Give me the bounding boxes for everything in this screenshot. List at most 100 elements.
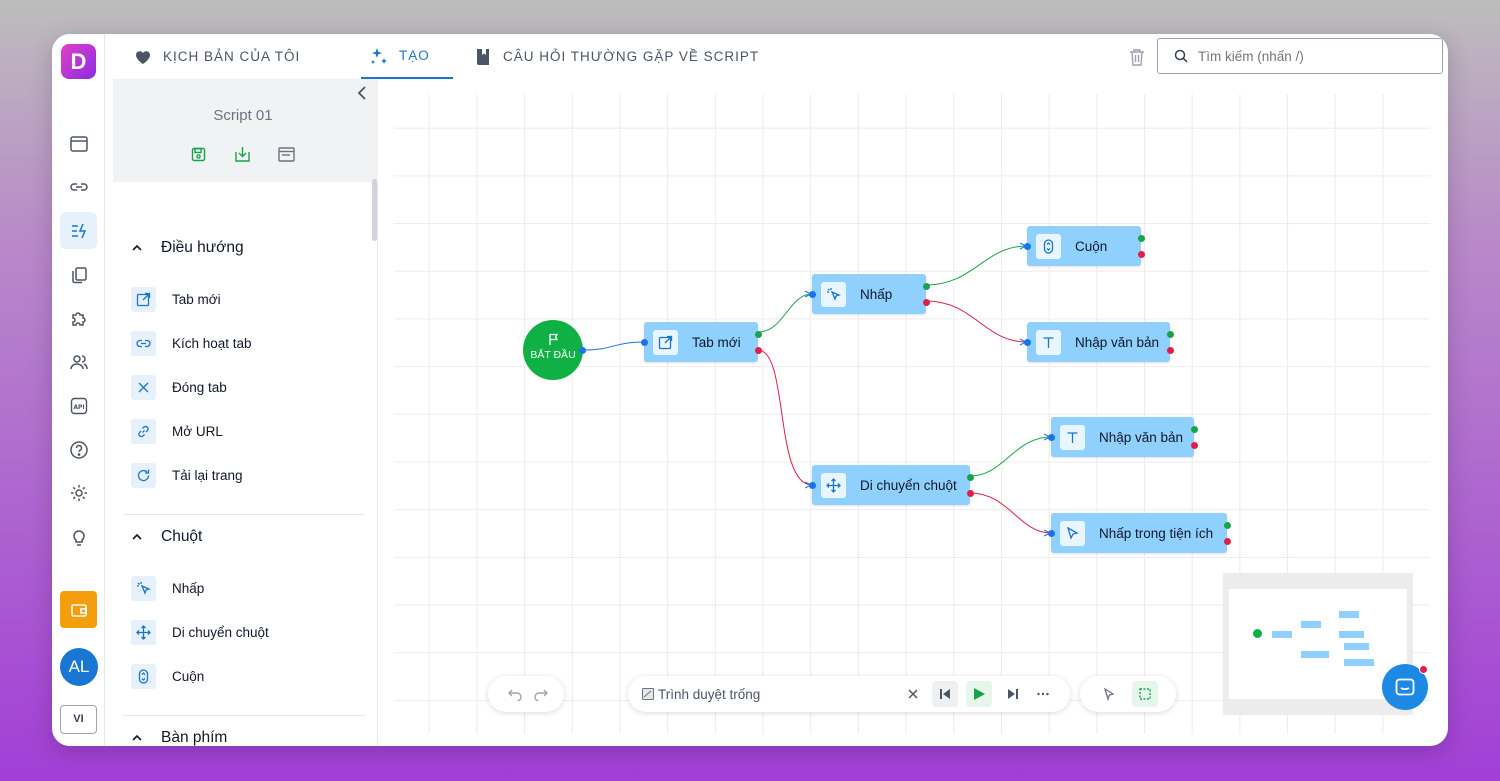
node-type-text[interactable]: Nhập văn bản: [1024, 322, 1174, 362]
save-icon[interactable]: [189, 145, 207, 163]
minimap-node: [1301, 651, 1329, 658]
cursor-icon: [1060, 520, 1085, 546]
node-new-tab[interactable]: Tab mới: [641, 322, 762, 362]
close-icon: [131, 375, 156, 400]
minimap-node: [1272, 631, 1292, 638]
output-port[interactable]: [579, 347, 586, 354]
input-port[interactable]: [1024, 243, 1031, 250]
node-scroll[interactable]: Cuộn: [1024, 226, 1145, 266]
search-box[interactable]: [1157, 38, 1443, 74]
link-icon[interactable]: [60, 168, 97, 205]
minimap-node: [1301, 621, 1321, 628]
more-options-icon[interactable]: [1030, 681, 1056, 707]
error-port[interactable]: [1191, 442, 1198, 449]
selection-tool-icon[interactable]: [1132, 681, 1158, 707]
pointer-tool-icon[interactable]: [1096, 681, 1122, 707]
tab-create[interactable]: TẠO: [361, 34, 453, 79]
copy-icon[interactable]: [60, 256, 97, 293]
section-mouse[interactable]: Chuột: [131, 528, 202, 546]
input-port[interactable]: [809, 482, 816, 489]
success-port[interactable]: [923, 283, 930, 290]
error-port[interactable]: [1224, 538, 1231, 545]
left-rail: D API AL VI: [52, 34, 105, 746]
clear-icon[interactable]: [900, 681, 926, 707]
node-click-in-widget[interactable]: Nhấp trong tiện ích: [1048, 513, 1231, 553]
success-port[interactable]: [755, 331, 762, 338]
error-port[interactable]: [967, 490, 974, 497]
action-activate-tab[interactable]: Kích hoạt tab: [131, 331, 252, 356]
node-move-mouse[interactable]: Di chuyển chuột: [809, 465, 974, 505]
puzzle-icon[interactable]: [60, 299, 97, 336]
svg-text:API: API: [73, 404, 84, 411]
action-reload-page[interactable]: Tải lại trang: [131, 463, 243, 488]
mouse-scroll-icon: [1036, 233, 1061, 259]
undo-icon[interactable]: [502, 681, 528, 707]
users-icon[interactable]: [60, 343, 97, 380]
success-port[interactable]: [1138, 235, 1145, 242]
input-port[interactable]: [1048, 434, 1055, 441]
success-port[interactable]: [1191, 426, 1198, 433]
minimap-node: [1339, 611, 1359, 618]
script-name[interactable]: Script 01: [113, 107, 373, 124]
action-move-mouse[interactable]: Di chuyển chuột: [131, 620, 269, 645]
divider: [123, 514, 365, 515]
start-node[interactable]: BẮT ĐẦU: [523, 320, 586, 380]
language-switcher[interactable]: VI: [60, 705, 97, 734]
save-as-icon[interactable]: [233, 145, 251, 163]
skip-forward-icon[interactable]: [1000, 681, 1026, 707]
chevron-up-icon: [132, 533, 142, 540]
error-port[interactable]: [755, 347, 762, 354]
panel-scrollbar[interactable]: [372, 179, 377, 241]
node-type-text-2[interactable]: Nhập văn bản: [1048, 417, 1198, 457]
player-controls: Trình duyệt trống: [628, 676, 1070, 712]
lightbulb-icon[interactable]: [60, 518, 97, 555]
tab-label: CÂU HỎI THƯỜNG GẶP VỀ SCRIPT: [503, 49, 760, 64]
input-port[interactable]: [1024, 339, 1031, 346]
action-new-tab[interactable]: Tab mới: [131, 287, 221, 312]
node-click[interactable]: Nhấp: [809, 274, 930, 314]
action-close-tab[interactable]: Đóng tab: [131, 375, 227, 400]
text-icon: [1060, 424, 1085, 450]
redo-icon[interactable]: [528, 681, 554, 707]
chain-link-icon: [131, 419, 156, 444]
settings-gear-icon[interactable]: [60, 474, 97, 511]
success-port[interactable]: [1167, 331, 1174, 338]
trash-icon[interactable]: [1129, 48, 1145, 71]
error-port[interactable]: [923, 299, 930, 306]
chevron-up-icon: [132, 244, 142, 251]
api-icon[interactable]: API: [60, 387, 97, 424]
success-port[interactable]: [1224, 522, 1231, 529]
reload-icon: [131, 463, 156, 488]
error-port[interactable]: [1138, 251, 1145, 258]
link-icon: [131, 331, 156, 356]
section-navigation[interactable]: Điều hướng: [131, 239, 244, 257]
action-click[interactable]: Nhấp: [131, 576, 204, 601]
input-port[interactable]: [809, 291, 816, 298]
script-builder-icon[interactable]: [60, 212, 97, 249]
browser-window-icon[interactable]: [60, 125, 97, 162]
search-input[interactable]: [1198, 48, 1418, 64]
minimap-node: [1344, 659, 1374, 666]
app-logo[interactable]: D: [61, 44, 96, 79]
edge-move-to-click-widget: [969, 492, 1052, 534]
script-info-icon[interactable]: [277, 145, 295, 163]
action-open-url[interactable]: Mở URL: [131, 419, 223, 444]
browser-profile-label[interactable]: Trình duyệt trống: [658, 687, 900, 702]
input-port[interactable]: [1048, 530, 1055, 537]
section-keyboard[interactable]: Bàn phím: [131, 729, 227, 746]
error-port[interactable]: [1167, 347, 1174, 354]
chat-launcher-button[interactable]: [1382, 664, 1428, 710]
action-scroll[interactable]: Cuộn: [131, 664, 204, 689]
help-icon[interactable]: [60, 431, 97, 468]
tab-faq[interactable]: CÂU HỎI THƯỜNG GẶP VỀ SCRIPT: [465, 34, 767, 79]
user-avatar[interactable]: AL: [60, 648, 98, 686]
skip-back-icon[interactable]: [932, 681, 958, 707]
play-icon[interactable]: [966, 681, 992, 707]
wallet-icon[interactable]: [60, 591, 97, 628]
collapse-panel-chevron-icon[interactable]: [355, 85, 369, 106]
tab-my-scripts[interactable]: KỊCH BẢN CỦA TÔI: [125, 34, 308, 79]
success-port[interactable]: [967, 474, 974, 481]
sparkles-icon: [371, 47, 387, 64]
top-bar: KỊCH BẢN CỦA TÔI TẠO CÂU HỎI THƯỜNG GẶP …: [105, 34, 1448, 79]
input-port[interactable]: [641, 339, 648, 346]
